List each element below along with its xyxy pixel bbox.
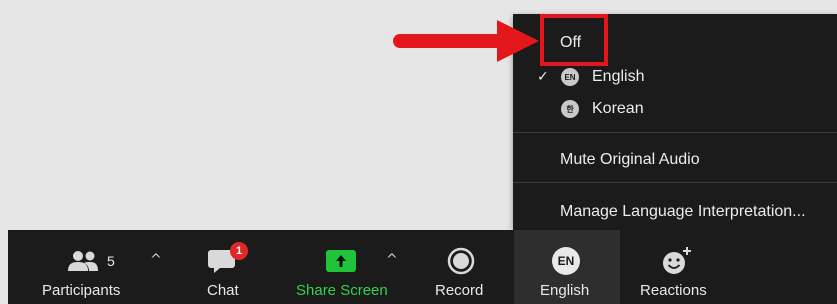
checkmark-icon: ✓ bbox=[537, 69, 549, 85]
record-label: Record bbox=[435, 282, 484, 299]
language-code-icon: EN bbox=[561, 68, 579, 86]
smiley-add-icon bbox=[663, 247, 691, 274]
record-button[interactable]: Record bbox=[434, 230, 490, 304]
menu-item-korean-label: Korean bbox=[592, 100, 644, 117]
reactions-label: Reactions bbox=[640, 282, 707, 299]
share-screen-button[interactable]: Share Screen bbox=[288, 230, 398, 304]
menu-item-english-label: English bbox=[592, 68, 645, 85]
participants-icon-wrap: 5 bbox=[67, 246, 115, 276]
interpretation-label: English bbox=[540, 282, 590, 299]
share-options-caret[interactable]: ^ bbox=[386, 252, 398, 268]
chat-unread-badge: 1 bbox=[230, 242, 248, 260]
participants-icon bbox=[68, 251, 98, 271]
arrow-up-icon bbox=[336, 255, 346, 267]
record-icon bbox=[447, 247, 475, 275]
menu-item-mute-label: Mute Original Audio bbox=[560, 151, 700, 168]
participants-count: 5 bbox=[107, 253, 115, 269]
interpretation-english-button[interactable]: EN English bbox=[514, 230, 620, 304]
reactions-icon-wrap bbox=[661, 246, 693, 276]
participants-button[interactable]: 5 Participants bbox=[34, 230, 144, 304]
interpretation-icon-wrap: EN bbox=[552, 246, 580, 276]
annotation-highlight-box bbox=[540, 14, 608, 66]
language-en-icon: EN bbox=[552, 247, 580, 275]
menu-item-manage-label: Manage Language Interpretation... bbox=[560, 203, 806, 220]
share-icon-wrap bbox=[326, 246, 356, 276]
share-screen-label: Share Screen bbox=[296, 282, 388, 299]
participants-label: Participants bbox=[42, 282, 121, 299]
record-icon-wrap bbox=[447, 246, 475, 276]
meeting-toolbar: 5 Participants ^ 1 Chat Share Screen ^ R… bbox=[8, 230, 837, 304]
chat-icon-wrap: 1 bbox=[208, 242, 248, 276]
share-screen-icon bbox=[326, 250, 356, 272]
reactions-button[interactable]: Reactions bbox=[634, 230, 714, 304]
chat-button[interactable]: 1 Chat bbox=[198, 230, 254, 304]
menu-divider bbox=[513, 132, 837, 133]
language-code-icon: 한 bbox=[561, 100, 579, 118]
menu-divider bbox=[513, 182, 837, 183]
annotation-arrow-icon bbox=[393, 20, 539, 62]
chat-label: Chat bbox=[207, 282, 239, 299]
participants-options-caret[interactable]: ^ bbox=[150, 252, 162, 268]
